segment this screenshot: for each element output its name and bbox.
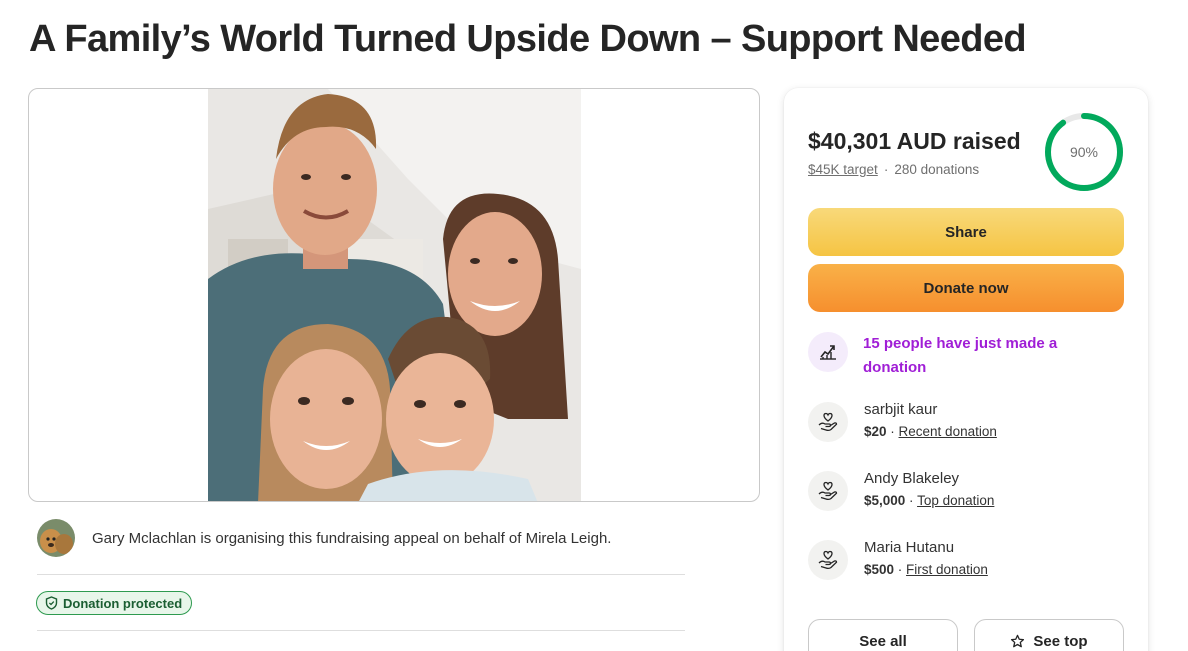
organiser-avatar[interactable] <box>37 519 75 557</box>
donate-now-button[interactable]: Donate now <box>808 264 1124 312</box>
donor-row: sarbjit kaur $20 · Recent donation <box>808 400 997 442</box>
see-top-button[interactable]: See top <box>974 619 1124 651</box>
badge-label: Donation protected <box>63 595 183 611</box>
donor-amount: $20 <box>864 424 887 439</box>
amount-raised: $40,301 AUD raised <box>808 128 1021 154</box>
donor-row: Andy Blakeley $5,000 · Top donation <box>808 469 994 511</box>
organiser-text: Gary Mclachlan is organising this fundra… <box>92 529 612 547</box>
see-top-label: See top <box>1033 632 1088 650</box>
donation-meta: $45K target · 280 donations <box>808 162 979 177</box>
share-button[interactable]: Share <box>808 208 1124 256</box>
donor-type-link[interactable]: First donation <box>906 562 988 577</box>
donor-amount: $5,000 <box>864 493 906 508</box>
donor-type-link[interactable]: Top donation <box>917 493 994 508</box>
organiser-row: Gary Mclachlan is organising this fundra… <box>37 519 685 557</box>
page-title: A Family’s World Turned Upside Down – Su… <box>29 18 1027 60</box>
trend-text: 15 people have just made a donation <box>863 335 1058 376</box>
progress-label: 90% <box>1069 144 1099 160</box>
donor-amount: $500 <box>864 562 895 577</box>
divider <box>37 630 685 631</box>
trending-up-icon <box>808 332 848 372</box>
see-all-button[interactable]: See all <box>808 619 958 651</box>
campaign-photo <box>208 89 581 501</box>
donor-separator: · <box>894 562 907 577</box>
donor-name: Andy Blakeley <box>864 470 960 487</box>
donor-separator: · <box>905 493 918 508</box>
donations-count: 280 donations <box>894 162 980 177</box>
recent-activity: 15 people have just made a donation <box>808 332 1083 380</box>
donor-row: Maria Hutanu $500 · First donation <box>808 538 988 580</box>
donor-type-link[interactable]: Recent donation <box>899 424 997 439</box>
donor-name: sarbjit kaur <box>864 401 938 418</box>
donor-separator: · <box>886 424 899 439</box>
heart-hand-icon <box>808 540 848 580</box>
heart-hand-icon <box>808 471 848 511</box>
star-icon <box>1011 634 1025 647</box>
donor-name: Maria Hutanu <box>864 539 955 556</box>
donation-protected-badge[interactable]: Donation protected <box>36 591 193 615</box>
campaign-media[interactable] <box>28 88 760 502</box>
shield-icon <box>45 596 58 610</box>
see-all-label: See all <box>859 632 907 650</box>
target-link[interactable]: $45K target <box>808 162 878 177</box>
donation-card: $40,301 AUD raised $45K target · 280 donat… <box>784 88 1148 651</box>
meta-separator: · <box>883 162 889 177</box>
divider <box>37 574 685 575</box>
heart-hand-icon <box>808 402 848 442</box>
